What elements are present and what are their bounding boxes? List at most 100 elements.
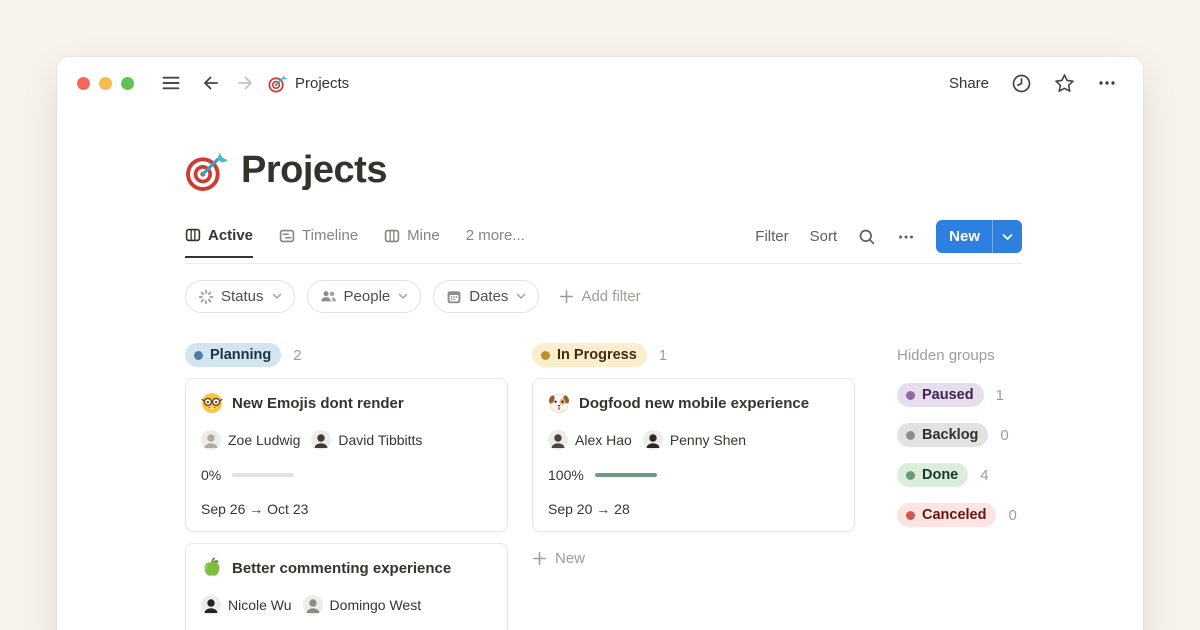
tab-mine[interactable]: Mine [384, 227, 440, 256]
tab-timeline[interactable]: Timeline [279, 227, 358, 256]
status-pill-planning[interactable]: Planning [185, 343, 281, 367]
zoom-window-button[interactable] [121, 77, 134, 90]
group-header: In Progress 1 [532, 343, 855, 367]
status-dot [194, 351, 203, 360]
avatar-penny-shen [643, 430, 663, 450]
chevron-down-icon[interactable] [993, 233, 1022, 241]
hidden-groups-section: Hidden groups Paused 1 Backlog 0 [879, 343, 1022, 527]
group-count: 0 [1008, 507, 1016, 524]
new-card-button[interactable]: New [532, 550, 855, 567]
avatar-domingo-west [303, 595, 323, 615]
tab-label: 2 more... [466, 227, 525, 244]
traffic-lights [77, 77, 134, 90]
status-dot [906, 431, 915, 440]
plus-icon [532, 551, 547, 566]
green-apple-emoji [201, 557, 223, 579]
tab-label: Active [208, 227, 253, 244]
minimize-window-button[interactable] [99, 77, 112, 90]
share-button[interactable]: Share [949, 75, 989, 92]
group-count: 2 [293, 347, 301, 364]
kanban-board: Planning 2 New Emojis dont render [185, 343, 1022, 630]
status-pill-in-progress[interactable]: In Progress [532, 343, 647, 367]
more-options-icon[interactable] [1097, 73, 1117, 93]
group-name: Planning [210, 347, 271, 363]
status-pill-backlog[interactable]: Backlog [897, 423, 988, 447]
status-filter-chip[interactable]: Status [185, 280, 295, 313]
group-count: 1 [659, 347, 667, 364]
board-icon [384, 228, 400, 244]
dates-filter-chip[interactable]: Dates [433, 280, 539, 313]
group-name: Canceled [922, 507, 986, 523]
person-name: Alex Hao [575, 432, 632, 448]
hidden-group-canceled: Canceled 0 [897, 503, 1022, 527]
status-pill-paused[interactable]: Paused [897, 383, 984, 407]
new-button-label: New [936, 228, 992, 245]
status-pill-done[interactable]: Done [897, 463, 968, 487]
chevron-down-icon [272, 293, 282, 300]
dog-face-emoji [548, 392, 570, 414]
person-david-tibbitts: David Tibbitts [311, 430, 422, 450]
view-options-icon[interactable] [897, 228, 915, 246]
group-count: 4 [980, 467, 988, 484]
tab-label: Mine [407, 227, 440, 244]
clock-icon[interactable] [1011, 73, 1032, 94]
person-penny-shen: Penny Shen [643, 430, 746, 450]
person-zoe-ludwig: Zoe Ludwig [201, 430, 300, 450]
person-name: Nicole Wu [228, 597, 292, 613]
person-name: Domingo West [330, 597, 422, 613]
target-emoji-large[interactable] [185, 150, 227, 192]
group-name: Backlog [922, 427, 978, 443]
filter-button[interactable]: Filter [755, 228, 788, 245]
search-icon[interactable] [858, 228, 876, 246]
sort-button[interactable]: Sort [810, 228, 838, 245]
card-title: New Emojis dont render [232, 395, 404, 412]
progress-bar [232, 473, 294, 477]
window-topbar: Projects Share [57, 57, 1143, 109]
forward-arrow-icon[interactable] [232, 70, 258, 96]
avatar-nicole-wu [201, 595, 221, 615]
page-header: Projects [185, 149, 1022, 192]
star-icon[interactable] [1054, 73, 1075, 94]
tab-label: Timeline [302, 227, 358, 244]
back-arrow-icon[interactable] [198, 70, 224, 96]
hidden-group-backlog: Backlog 0 [897, 423, 1022, 447]
board-column-planning: Planning 2 New Emojis dont render [185, 343, 508, 630]
people-icon [320, 288, 337, 305]
plus-icon [559, 289, 574, 304]
tab-more-views[interactable]: 2 more... [466, 227, 525, 256]
progress-label: 100% [548, 467, 584, 483]
page-title[interactable]: Projects [241, 149, 387, 192]
sidebar-menu-icon[interactable] [158, 70, 184, 96]
chip-label: Status [221, 288, 264, 305]
new-button[interactable]: New [936, 220, 1022, 253]
add-filter-button[interactable]: Add filter [559, 288, 640, 305]
new-card-label: New [555, 550, 585, 567]
view-tab-bar: Active Timeline Mine 2 more... [185, 220, 1022, 264]
person-nicole-wu: Nicole Wu [201, 595, 292, 615]
people-filter-chip[interactable]: People [307, 280, 422, 313]
hidden-groups-title: Hidden groups [897, 343, 1022, 367]
chevron-down-icon [516, 293, 526, 300]
status-dot [541, 351, 550, 360]
avatar-zoe-ludwig [201, 430, 221, 450]
chip-label: People [344, 288, 391, 305]
status-burst-icon [198, 289, 214, 305]
person-name: David Tibbitts [338, 432, 422, 448]
add-filter-label: Add filter [581, 288, 640, 305]
hidden-group-done: Done 4 [897, 463, 1022, 487]
status-dot [906, 391, 915, 400]
breadcrumb[interactable]: Projects [268, 74, 349, 93]
progress-bar [595, 473, 657, 477]
tab-active[interactable]: Active [185, 227, 253, 258]
status-pill-canceled[interactable]: Canceled [897, 503, 996, 527]
close-window-button[interactable] [77, 77, 90, 90]
project-card-dogfood[interactable]: Dogfood new mobile experience Alex Hao [532, 378, 855, 532]
project-card-better-commenting[interactable]: Better commenting experience Nicole Wu [185, 543, 508, 630]
group-name: Paused [922, 387, 974, 403]
project-card-new-emojis[interactable]: New Emojis dont render Zoe Ludwig [185, 378, 508, 532]
group-count: 1 [996, 387, 1004, 404]
filter-chip-bar: Status People Dates [185, 280, 1022, 313]
board-column-in-progress: In Progress 1 Dogfood new mobile experie… [532, 343, 855, 567]
calendar-icon [446, 289, 462, 305]
chevron-down-icon [398, 293, 408, 300]
